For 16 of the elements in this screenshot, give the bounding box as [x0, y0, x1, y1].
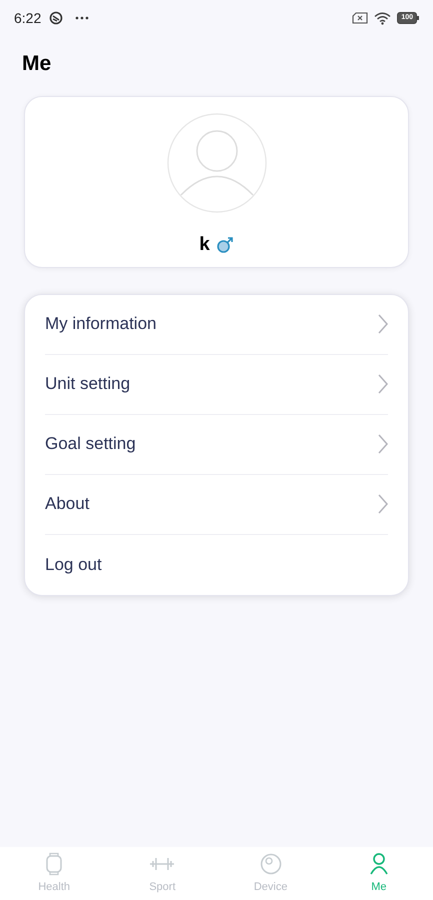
menu-item[interactable]: Goal setting: [45, 414, 388, 474]
more-dots-icon: [75, 16, 90, 20]
avatar-icon[interactable]: [166, 112, 266, 212]
device-icon: [260, 853, 282, 876]
wifi-icon: [374, 12, 392, 24]
person-icon: [368, 852, 390, 876]
no-sim-icon: [352, 12, 368, 24]
menu-item[interactable]: Unit setting: [45, 354, 388, 414]
menu-item[interactable]: Log out: [45, 534, 388, 594]
menu-item[interactable]: About: [45, 474, 388, 534]
dumbbell-icon: [149, 856, 176, 872]
page-title: Me: [21, 51, 52, 77]
watch-icon: [45, 852, 64, 876]
user-name: k: [199, 232, 210, 256]
menu-item[interactable]: My information: [45, 294, 388, 354]
status-time: 6:22: [14, 8, 42, 28]
